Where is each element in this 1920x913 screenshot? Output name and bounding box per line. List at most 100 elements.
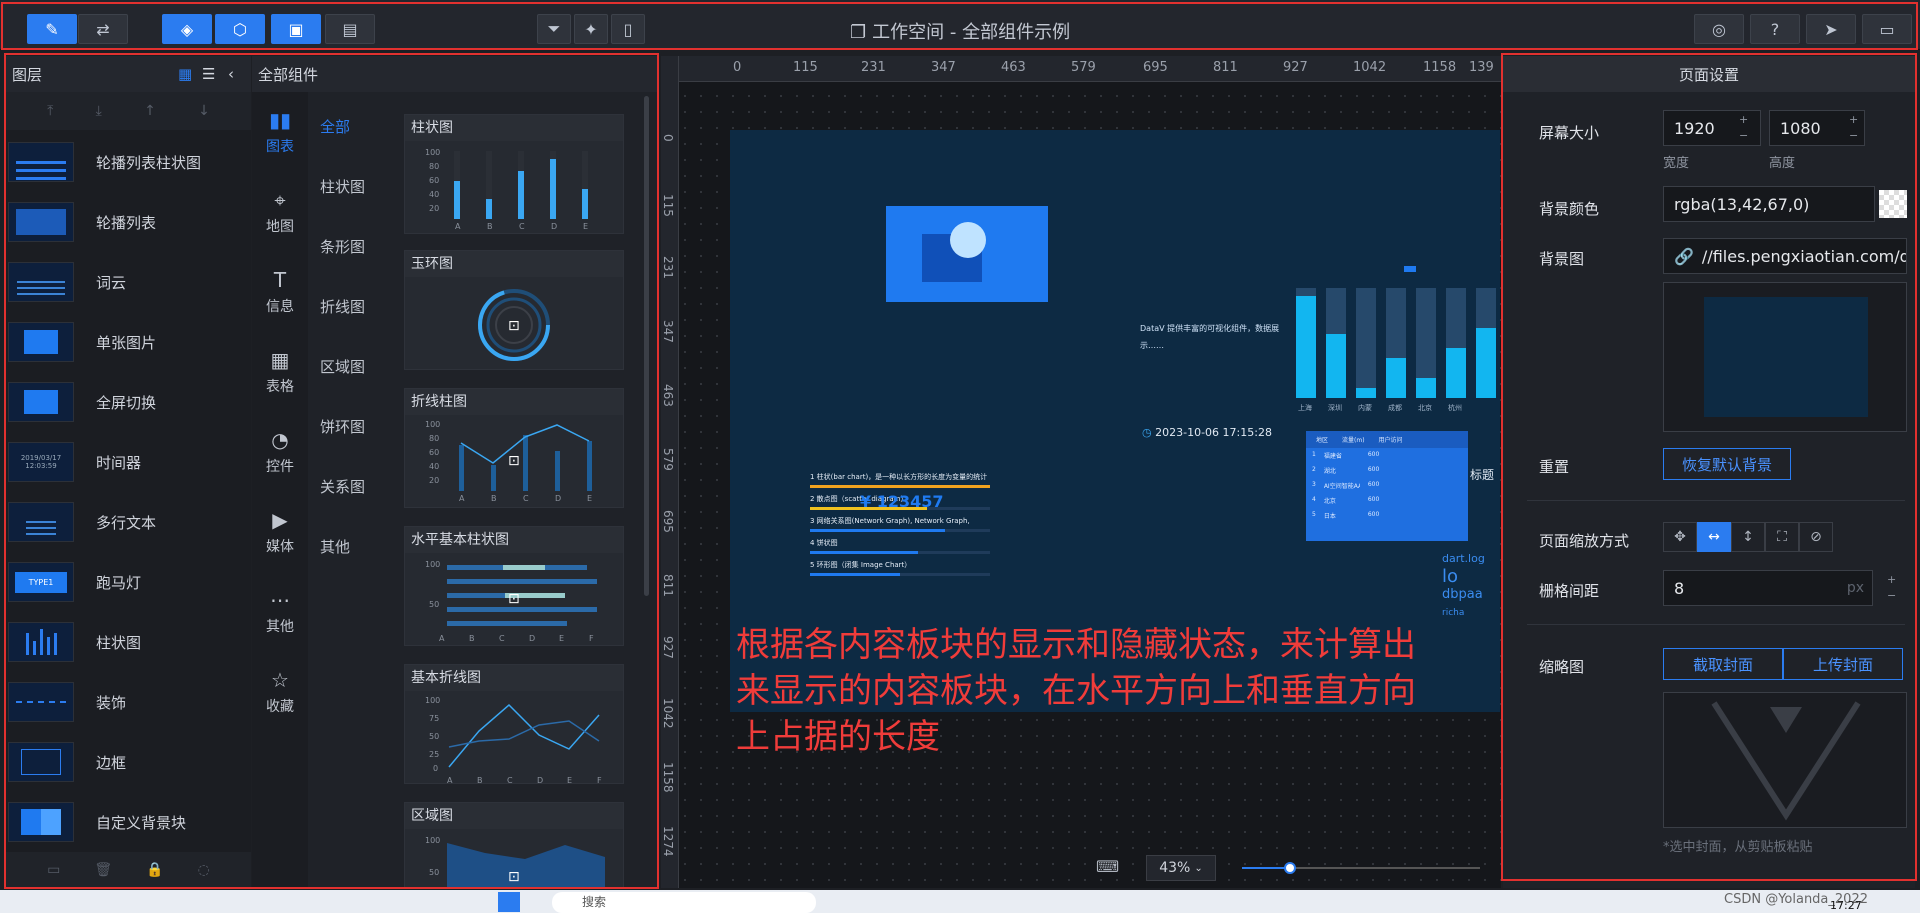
switch-mode-button[interactable]: ⇄ [78,14,128,44]
layers-toggle-button[interactable]: ◈ [162,14,212,44]
toolbox-button[interactable]: ▤ [325,14,375,44]
move-up-icon[interactable]: ↑ [144,103,156,119]
reset-bg-button[interactable]: 恢复默认背景 [1663,448,1791,480]
layer-item[interactable]: 多行文本 [6,492,251,552]
trash-icon[interactable]: 🗑 [94,862,112,878]
scale-none-icon[interactable]: ⊘ [1799,522,1833,552]
taskbar-search[interactable]: 搜索 [552,892,816,913]
layer-item[interactable]: 边框 [6,732,251,792]
move-top-icon[interactable]: ⤒ [47,103,53,119]
category-tables[interactable]: ▦ 表格 [252,336,308,408]
tick-label: E [559,634,564,643]
subcategory-line[interactable]: 折线图 [320,296,365,317]
component-card[interactable]: 基本折线图 100 75 50 25 0 A B C D E F [404,664,624,785]
windows-start-icon[interactable] [498,892,520,912]
grid-stepper[interactable]: + − [1887,572,1896,604]
layer-item[interactable]: 柱状图 [6,612,251,672]
subcategory-horizontal-bar[interactable]: 条形图 [320,236,365,257]
filter-button[interactable]: ⏷ [537,14,571,44]
zoom-slider-handle[interactable] [1283,862,1296,874]
bg-image-preview[interactable] [1663,282,1907,432]
progress-list-widget[interactable]: 1 柱状(bar chart)，是一种以长方形的长度为变量的统计 2 散点图（s… [810,472,990,582]
image-widget[interactable] [886,206,1048,302]
collapse-left-icon[interactable]: ‹ [228,65,234,83]
move-down-icon[interactable]: ↓ [198,103,210,119]
layer-item[interactable]: 轮播列表 [6,192,251,252]
magic-button[interactable]: ✦ [574,14,608,44]
layer-item[interactable]: 单张图片 [6,312,251,372]
settings-toggle-button[interactable]: ▣ [271,14,321,44]
word-cloud-word: lo [1442,566,1459,587]
scale-full-icon[interactable]: ⛶ [1765,522,1799,552]
move-bottom-icon[interactable]: ⤓ [96,103,102,119]
width-value: 1920 [1674,118,1715,138]
title-widget[interactable]: 标题 [1470,466,1494,483]
scale-fit-icon[interactable]: ✥ [1663,522,1697,552]
help-button[interactable]: ? [1750,14,1800,44]
bar [1296,296,1316,398]
subcategory-other[interactable]: 其他 [320,536,350,557]
list-view-icon[interactable]: ☰ [202,65,215,83]
component-card[interactable]: 玉环图 ⊡ [404,250,624,370]
scale-width-icon[interactable]: ↔ [1697,522,1731,552]
component-card[interactable]: 柱状图 100 80 60 40 20 A B C D E [404,114,624,234]
category-charts[interactable]: ▮▮ 图表 [252,96,308,168]
layer-item[interactable]: 词云 [6,252,251,312]
keyboard-icon[interactable]: ⌨ [1096,857,1119,876]
upload-cover-button[interactable]: 上传封面 [1783,648,1903,680]
layer-item[interactable]: 全屏切换 [6,372,251,432]
category-other[interactable]: ⋯ 其他 [252,576,308,648]
layer-item[interactable]: 装饰 [6,672,251,732]
publish-button[interactable]: ➤ [1806,14,1856,44]
grid-spacing-input[interactable]: 8 px [1663,570,1873,606]
number-flop-widget[interactable]: ¥ 123457 [860,492,944,511]
components-toggle-button[interactable]: ⬡ [215,14,265,44]
folder-icon[interactable]: ▭ [47,862,60,878]
component-card[interactable]: 折线柱图 100 80 60 40 20 A B C D E ⊡ [404,388,624,508]
component-card[interactable]: 水平基本柱状图 100 50 A B C D E F ⊡ [404,526,624,646]
width-caption: 宽度 [1663,156,1690,171]
tick-label: 100 [425,696,440,705]
snapshot-button[interactable]: ◎ [1694,14,1744,44]
table-cell: 3 [1312,481,1316,488]
word-cloud-widget[interactable]: dart.log lo dbpaa richa [1442,550,1485,622]
subcategory-all[interactable]: 全部 [320,116,350,137]
eye-off-icon[interactable]: ◌ [198,862,210,878]
bg-color-input[interactable]: rgba(13,42,67,0) [1663,186,1875,222]
layer-item[interactable]: 自定义背景块 [6,792,251,852]
layer-item[interactable]: TYPE1 跑马灯 [6,552,251,612]
component-card[interactable]: 区域图 100 50 ⊡ [404,802,624,888]
subcategory-pie[interactable]: 饼环图 [320,416,365,437]
scale-height-icon[interactable]: ↕ [1731,522,1765,552]
multiline-text-widget[interactable]: DataV 提供丰富的可视化组件，数据展示…… [1140,320,1300,354]
subcategory-bar[interactable]: 柱状图 [320,176,365,197]
grid-view-icon[interactable]: ▦ [178,65,192,83]
zoom-select[interactable]: 43% ⌄ [1146,855,1216,881]
edit-mode-button[interactable]: ✎ [27,14,77,44]
carousel-table-widget[interactable]: 地区 流量(m) 用户访问 1 福建省 600 2 湖北 600 3 AI空间智能AAA 6… [1306,431,1468,541]
bg-image-url-input[interactable]: 🔗 //files.pengxiaotian.com/dat [1663,238,1907,274]
tick-label: C [523,494,529,503]
category-maps[interactable]: ⌖ 地图 [252,176,308,248]
layer-item[interactable]: 2019/03/17 12:03:59 时间器 [6,432,251,492]
thumbnail-preview[interactable] [1663,692,1907,828]
capture-cover-button[interactable]: 截取封面 [1663,648,1783,680]
mobile-preview-button[interactable]: ▯ [611,14,645,44]
category-favorites[interactable]: ☆ 收藏 [252,656,308,728]
category-info[interactable]: T 信息 [252,256,308,328]
category-controls[interactable]: ◔ 控件 [252,416,308,488]
lock-icon[interactable]: 🔒 [146,862,163,878]
timer-widget[interactable]: ◷ 2023-10-06 17:15:28 [1142,426,1272,439]
preview-button[interactable]: ▭ [1862,14,1912,44]
lock-icon: ⊡ [508,318,520,334]
height-stepper[interactable]: + − [1849,112,1858,144]
subcategory-area[interactable]: 区域图 [320,356,365,377]
width-stepper[interactable]: + − [1739,112,1748,144]
zoom-slider[interactable] [1242,862,1480,874]
subcategory-relation[interactable]: 关系图 [320,476,365,497]
scrollbar[interactable] [644,96,649,596]
category-media[interactable]: ▶ 媒体 [252,496,308,568]
bar-chart-widget[interactable]: 上海 深圳 内蒙 成都 北京 杭州 [1286,248,1500,418]
color-picker-swatch[interactable] [1879,190,1907,218]
layer-item[interactable]: 轮播列表柱状图 [6,132,251,192]
